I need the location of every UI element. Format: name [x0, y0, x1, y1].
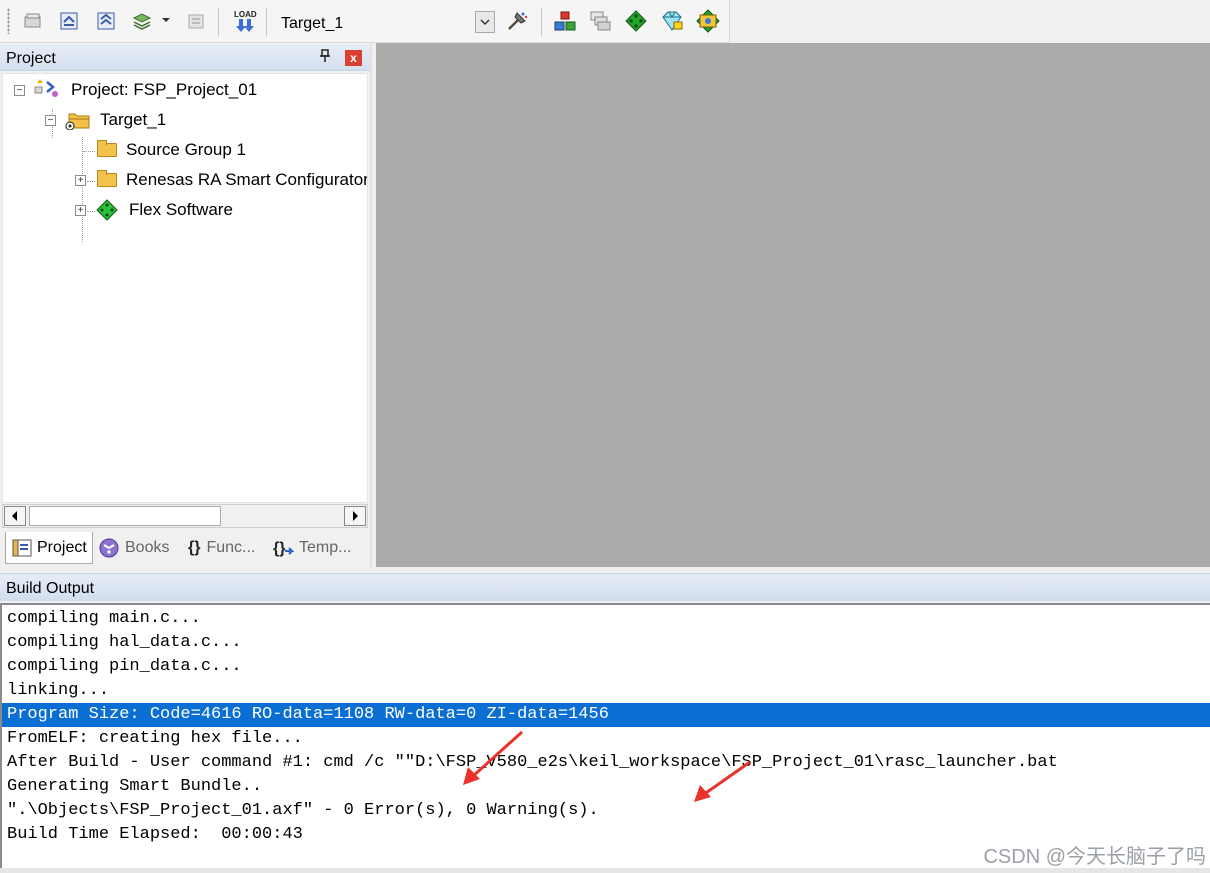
log-line[interactable]: compiling main.c... [7, 607, 201, 631]
tab-templates[interactable]: {} Temp... [273, 532, 363, 564]
log-line[interactable]: FromELF: creating hex file... [7, 727, 303, 751]
tree-item-source-group[interactable]: Source Group 1 [97, 138, 246, 162]
target-select[interactable]: Target_1 [274, 10, 496, 34]
toolbar-separator [266, 8, 267, 36]
log-line[interactable]: After Build - User command #1: cmd /c ""… [7, 751, 1058, 775]
scroll-left-icon[interactable] [4, 506, 26, 526]
tree-connector [87, 181, 95, 182]
collapse-target-icon[interactable]: − [45, 115, 56, 126]
tab-label: Books [125, 539, 170, 556]
tree-horizontal-scrollbar[interactable] [2, 504, 368, 528]
manage-project-items-icon[interactable] [552, 8, 578, 34]
build-toolbar: LOAD Target_1 [0, 0, 730, 43]
tab-label: Project [37, 538, 87, 556]
log-line[interactable]: ".\Objects\FSP_Project_01.axf" - 0 Error… [7, 799, 599, 823]
build-output-log[interactable]: compiling main.c... compiling hal_data.c… [0, 603, 1210, 873]
log-line[interactable]: linking... [7, 679, 109, 703]
tree-item-label: Renesas RA Smart Configurator [126, 170, 368, 189]
component-diamond-icon [96, 199, 118, 221]
expand-renesas-icon[interactable]: + [75, 175, 86, 186]
tree-item-flex-software[interactable]: Flex Software [96, 198, 233, 222]
rebuild-dropdown-arrow-icon[interactable] [162, 18, 170, 22]
project-root-icon [33, 79, 61, 101]
tree-item-label: Target_1 [100, 110, 167, 129]
collapse-root-icon[interactable]: − [14, 85, 25, 96]
translate-icon[interactable] [56, 8, 82, 34]
project-panel-title: Project [6, 50, 56, 67]
rebuild-icon[interactable] [129, 8, 155, 34]
project-panel-header: Project x [0, 45, 370, 71]
toolbar-separator [218, 8, 219, 36]
tree-item-label: Project: FSP_Project_01 [71, 80, 258, 99]
pin-icon[interactable] [319, 49, 331, 66]
books-icon [97, 537, 121, 559]
log-line[interactable]: compiling pin_data.c... [7, 655, 242, 679]
tree-connector [87, 211, 95, 212]
log-line-selected[interactable]: Program Size: Code=4616 RO-data=1108 RW-… [7, 703, 609, 727]
tree-item-renesas-configurator[interactable]: Renesas RA Smart Configurator [97, 168, 368, 192]
options-for-target-icon[interactable] [504, 8, 530, 34]
svg-text:LOAD: LOAD [234, 10, 257, 19]
target-folder-icon [63, 110, 91, 130]
tree-item-target[interactable]: Target_1 [63, 108, 166, 132]
select-software-packs-icon[interactable] [659, 8, 685, 34]
log-line[interactable]: Build Time Elapsed: 00:00:43 [7, 823, 303, 847]
tab-label: Temp... [299, 539, 352, 556]
svg-text:{}: {} [273, 540, 285, 557]
toolbar-separator [541, 8, 542, 36]
folder-icon [97, 170, 117, 187]
folder-icon [97, 140, 117, 157]
build-icon[interactable] [93, 8, 119, 34]
toolbar-grip[interactable] [7, 8, 10, 34]
stop-build-icon[interactable] [184, 8, 210, 34]
build-output-title: Build Output [6, 580, 95, 597]
tree-connector [83, 151, 95, 152]
log-line[interactable]: compiling hal_data.c... [7, 631, 242, 655]
scrollbar-thumb[interactable] [29, 506, 221, 526]
expand-flex-software-icon[interactable]: + [75, 205, 86, 216]
tree-connector [82, 137, 83, 242]
close-icon[interactable]: x [345, 50, 362, 66]
load-icon[interactable]: LOAD [232, 8, 258, 34]
tree-item-project[interactable]: Project: FSP_Project_01 [33, 78, 257, 102]
file-extensions-icon[interactable] [587, 8, 613, 34]
editor-workspace[interactable] [376, 43, 1210, 567]
project-tree[interactable]: − Project: FSP_Project_01 − Target_1 Sou… [2, 73, 368, 503]
project-panel-tabs: Project Books {} Func... {} Temp... [2, 532, 368, 564]
tab-books[interactable]: Books [97, 532, 177, 564]
target-select-value: Target_1 [281, 15, 344, 32]
braces-icon: {} [188, 539, 201, 556]
batch-build-icon[interactable] [20, 8, 46, 34]
tab-functions[interactable]: {} Func... [188, 532, 268, 564]
scroll-right-icon[interactable] [344, 506, 366, 526]
pack-installer-icon[interactable] [623, 8, 649, 34]
tab-project[interactable]: Project [5, 532, 93, 564]
build-output-header: Build Output [0, 573, 1210, 601]
template-icon: {} [273, 538, 295, 558]
log-line[interactable]: Generating Smart Bundle.. [7, 775, 262, 799]
tree-item-label: Source Group 1 [126, 140, 247, 159]
project-tab-icon [12, 539, 32, 557]
run-time-environment-icon[interactable] [695, 8, 721, 34]
tree-item-label: Flex Software [129, 200, 233, 219]
watermark: CSDN @今天长脑子了吗 [983, 846, 1206, 868]
project-panel: Project x − Project: FSP_Project_01 − Ta… [0, 43, 372, 567]
tab-label: Func... [206, 539, 256, 556]
chevron-down-icon[interactable] [475, 11, 495, 33]
